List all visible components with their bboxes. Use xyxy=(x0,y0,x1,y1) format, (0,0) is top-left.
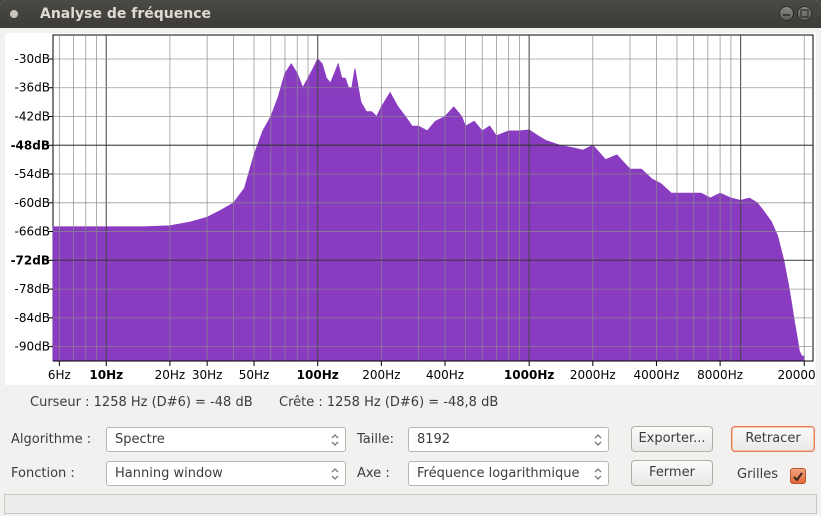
y-tick-label: -90dB xyxy=(15,340,50,354)
minimize-button[interactable] xyxy=(779,6,794,21)
y-tick-label: -60dB xyxy=(15,196,50,210)
x-tick-label: 30Hz xyxy=(192,368,223,382)
window-menu-icon[interactable] xyxy=(9,9,19,19)
axis-select[interactable]: Fréquence logarithmique xyxy=(408,461,609,486)
function-label: Fonction : xyxy=(11,466,75,481)
spectrum-chart: -30dB -36dB -42dB -48dB -54dB -60dB -66dB -72dB… xyxy=(11,34,816,382)
y-tick-label: -36dB xyxy=(15,81,50,95)
x-tick-label: 20000Hz xyxy=(777,368,816,382)
x-tick-label: 4000Hz xyxy=(634,368,680,382)
x-tick-label: 100Hz xyxy=(297,368,339,382)
y-tick-label: -48dB xyxy=(11,138,50,152)
size-value: 8192 xyxy=(417,432,451,447)
grids-label: Grilles xyxy=(737,467,779,482)
minimize-icon xyxy=(783,14,790,16)
y-tick-label: -84dB xyxy=(15,311,50,325)
x-tick-label: 50Hz xyxy=(239,368,270,382)
x-tick-label: 400Hz xyxy=(426,368,464,382)
x-tick-label: 200Hz xyxy=(362,368,400,382)
algorithm-value: Spectre xyxy=(115,432,165,447)
spectrum-plot[interactable]: -30dB -36dB -42dB -48dB -54dB -60dB -66dB -72dB… xyxy=(5,33,816,385)
maximize-button[interactable] xyxy=(797,6,812,21)
y-tick-label: -42dB xyxy=(15,110,50,124)
spin-arrows-icon xyxy=(594,434,602,446)
size-label: Taille: xyxy=(357,432,394,447)
algorithm-select[interactable]: Spectre xyxy=(106,427,346,452)
frequency-analysis-window: Analyse de fréquence -30dB -36dB -42dB -48d… xyxy=(0,0,821,516)
close-button[interactable]: Fermer xyxy=(631,460,713,486)
grids-checkbox[interactable] xyxy=(790,468,806,484)
axis-label: Axe : xyxy=(357,466,390,481)
size-select[interactable]: 8192 xyxy=(408,427,609,452)
axis-value: Fréquence logarithmique xyxy=(417,466,580,481)
peak-readout: Crête : 1258 Hz (D#6) = -48,8 dB xyxy=(279,395,499,410)
spin-arrows-icon xyxy=(331,468,339,480)
x-tick-label: 1000Hz xyxy=(504,368,554,382)
algorithm-label: Algorithme : xyxy=(11,432,92,447)
x-tick-label: 10Hz xyxy=(89,368,123,382)
spin-arrows-icon xyxy=(594,468,602,480)
spin-arrows-icon xyxy=(331,434,339,446)
function-select[interactable]: Hanning window xyxy=(106,461,346,486)
x-tick-label: 6Hz xyxy=(48,368,71,382)
x-tick-label: 2000Hz xyxy=(570,368,616,382)
title-bar: Analyse de fréquence xyxy=(0,0,821,28)
replot-button[interactable]: Retracer xyxy=(731,426,815,452)
y-tick-label: -66dB xyxy=(15,225,50,239)
y-tick-label: -78dB xyxy=(15,282,50,296)
y-tick-label: -30dB xyxy=(15,52,50,66)
x-tick-label: 8000Hz xyxy=(697,368,743,382)
y-tick-label: -72dB xyxy=(11,253,50,267)
window-title: Analyse de fréquence xyxy=(40,6,212,22)
y-tick-label: -54dB xyxy=(15,167,50,181)
function-value: Hanning window xyxy=(115,466,223,481)
cursor-readout: Curseur : 1258 Hz (D#6) = -48 dB xyxy=(30,395,253,410)
checkmark-icon xyxy=(793,472,803,482)
x-tick-label: 20Hz xyxy=(155,368,186,382)
maximize-icon xyxy=(800,9,809,18)
status-bar xyxy=(4,494,817,514)
export-button[interactable]: Exporter... xyxy=(631,426,713,452)
